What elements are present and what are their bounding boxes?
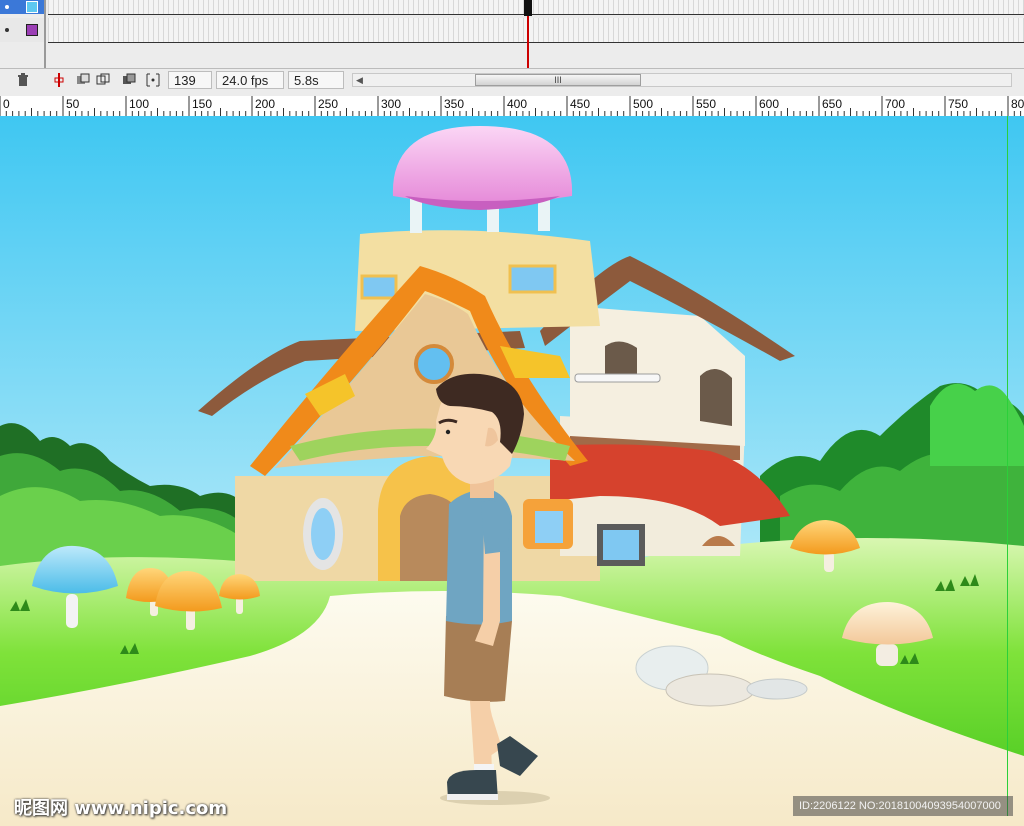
frame-rate-field[interactable]: 24.0 fps (216, 71, 284, 89)
layer-visibility-dot[interactable] (5, 28, 9, 32)
playhead-handle[interactable] (524, 0, 532, 16)
timeline-scroll-thumb[interactable]: III (475, 74, 641, 86)
ruler-label: 600 (759, 97, 780, 111)
timeline-controls: 139 24.0 fps 5.8s III ◀ (0, 68, 1024, 93)
ruler-label: 200 (255, 97, 276, 111)
watermark-logo-text: 昵图网 www.nipic.com (14, 798, 228, 819)
ruler-label: 400 (507, 97, 528, 111)
center-frame-icon[interactable] (52, 73, 66, 87)
scroll-left-arrow-icon[interactable]: ◀ (356, 75, 363, 86)
ruler-label: 300 (381, 97, 402, 111)
stage-canvas[interactable] (0, 116, 1024, 826)
ruler-label: 350 (444, 97, 465, 111)
trash-icon[interactable] (16, 73, 30, 87)
layer-header-1[interactable] (0, 0, 44, 14)
layer-frames-2[interactable] (48, 18, 1024, 43)
cartoon-scene (0, 116, 1024, 826)
ruler-label: 250 (318, 97, 339, 111)
layer-row-1[interactable] (0, 0, 1024, 15)
layer-frames-1[interactable] (48, 0, 1024, 15)
ruler-label: 450 (570, 97, 591, 111)
timeline-scrollbar[interactable]: III (352, 73, 1012, 87)
onion-skin-icon[interactable] (76, 73, 90, 87)
ruler-label: 100 (129, 97, 150, 111)
ruler-label: 500 (633, 97, 654, 111)
stage-guide-line[interactable] (1007, 116, 1008, 816)
horizontal-ruler: 0 50 100 150 200 250 300 350 400 450 500 550 600 650 7… (0, 96, 1024, 117)
layer-row-2[interactable] (0, 18, 1024, 43)
timeline-separator[interactable] (44, 0, 46, 70)
timeline-panel: 139 24.0 fps 5.8s III ◀ (0, 0, 1024, 96)
ruler-label: 750 (948, 97, 969, 111)
layer-header-2[interactable] (0, 18, 44, 42)
layer-outline-color-swatch[interactable] (26, 24, 38, 36)
watermark-id-text: ID:2206122 NO:20181004093954007000 (793, 796, 1013, 816)
ruler-label: 700 (885, 97, 906, 111)
elapsed-time-field: 5.8s (288, 71, 344, 89)
edit-multiple-frames-icon[interactable] (122, 73, 136, 87)
layer-outline-color-swatch[interactable] (26, 1, 38, 13)
layer-visibility-dot[interactable] (5, 5, 9, 9)
ruler-label: 80 (1011, 97, 1024, 111)
current-frame-field[interactable]: 139 (168, 71, 212, 89)
ruler-label: 650 (822, 97, 843, 111)
modify-onion-markers-icon[interactable] (146, 73, 160, 87)
ruler-label: 50 (66, 97, 80, 111)
ruler-label: 0 (3, 97, 10, 111)
ruler-label: 150 (192, 97, 213, 111)
onion-skin-outlines-icon[interactable] (96, 73, 110, 87)
ruler-label: 550 (696, 97, 717, 111)
